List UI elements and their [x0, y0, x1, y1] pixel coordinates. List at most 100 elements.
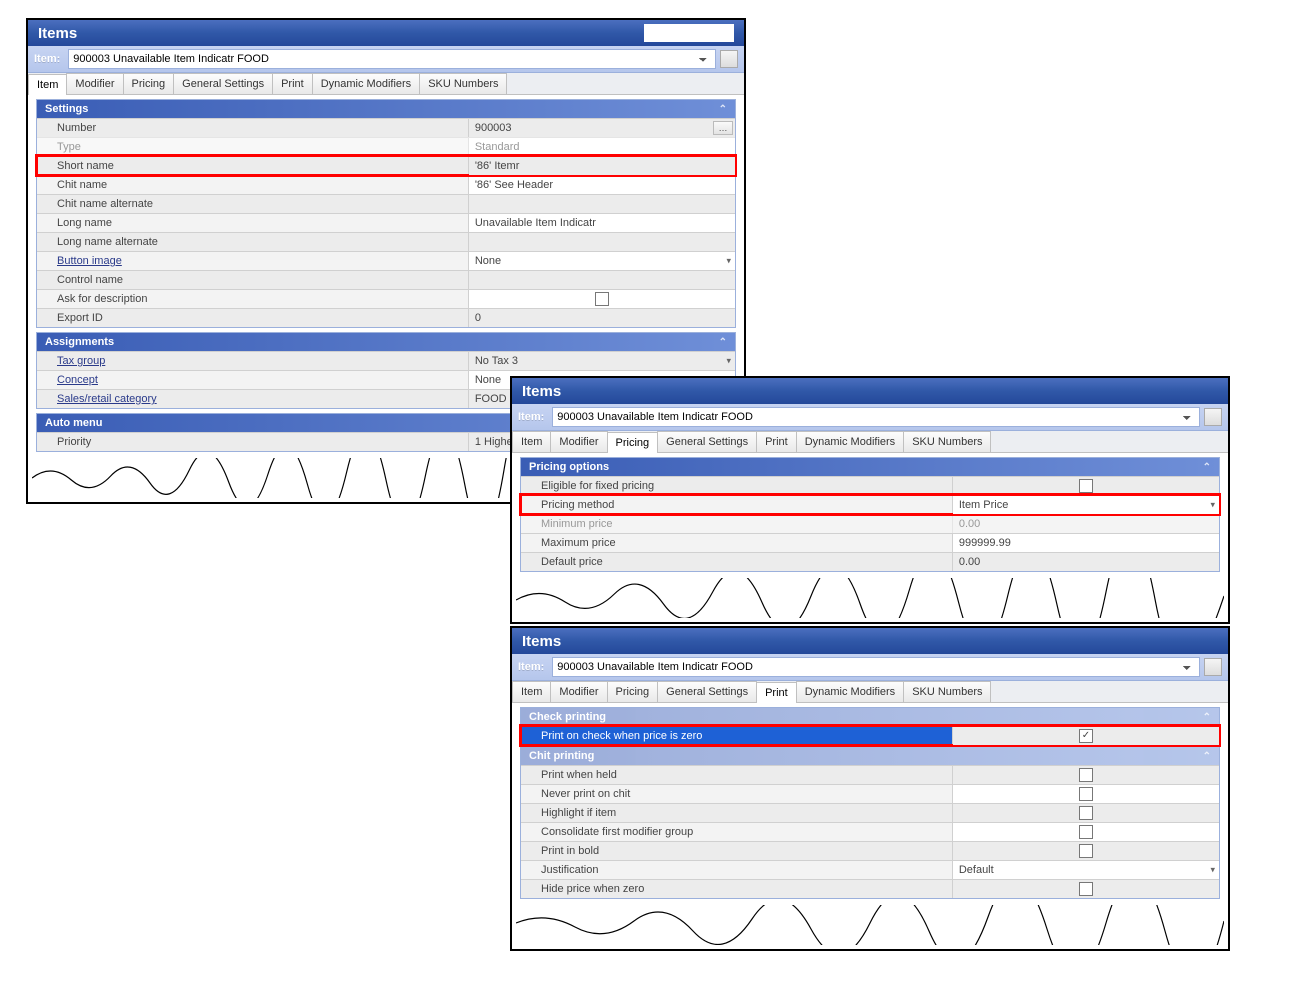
label-default-price: Default price [521, 553, 953, 571]
tab-dynamic-modifiers[interactable]: Dynamic Modifiers [796, 681, 904, 702]
row-highlight-if-item: Highlight if item [521, 803, 1219, 822]
label-maximum-price: Maximum price [521, 534, 953, 552]
label-print-when-held: Print when held [521, 766, 953, 784]
tab-general-settings[interactable]: General Settings [657, 431, 757, 452]
items-panel-print-tab: Items Item: 900003 Unavailable Item Indi… [510, 626, 1230, 951]
checkbox-hide-price-zero[interactable] [1079, 882, 1093, 896]
ellipsis-icon[interactable]: … [713, 121, 733, 135]
tab-pricing[interactable]: Pricing [607, 432, 659, 453]
value-highlight-if-item[interactable] [953, 804, 1219, 822]
item-lookup-icon[interactable] [1204, 408, 1222, 426]
label-chit-name-alt: Chit name alternate [37, 195, 469, 213]
tab-sku-numbers[interactable]: SKU Numbers [903, 431, 991, 452]
value-justification[interactable]: Default▾ [953, 861, 1219, 879]
value-number[interactable]: 900003… [469, 119, 735, 137]
label-priority: Priority [37, 433, 469, 451]
tab-pricing[interactable]: Pricing [123, 73, 175, 94]
item-select[interactable]: 900003 Unavailable Item Indicatr FOOD [68, 49, 716, 69]
tab-sku-numbers[interactable]: SKU Numbers [419, 73, 507, 94]
value-consolidate-modifier[interactable] [953, 823, 1219, 841]
checkbox-highlight-if-item[interactable] [1079, 806, 1093, 820]
section-check-printing: Check printing ⌃ Print on check when pri… [520, 707, 1220, 746]
label-consolidate-modifier: Consolidate first modifier group [521, 823, 953, 841]
tab-dynamic-modifiers[interactable]: Dynamic Modifiers [796, 431, 904, 452]
row-hide-price-zero: Hide price when zero [521, 879, 1219, 898]
tab-modifier[interactable]: Modifier [66, 73, 123, 94]
tab-item[interactable]: Item [512, 431, 551, 452]
row-ask-description: Ask for description [37, 289, 735, 308]
row-button-image: Button image None▾ [37, 251, 735, 270]
row-long-name-alt: Long name alternate [37, 232, 735, 251]
tab-sku-numbers[interactable]: SKU Numbers [903, 681, 991, 702]
item-select[interactable]: 900003 Unavailable Item Indicatr FOOD [552, 657, 1200, 677]
value-print-in-bold[interactable] [953, 842, 1219, 860]
value-maximum-price[interactable]: 999999.99 [953, 534, 1219, 552]
value-print-when-held[interactable] [953, 766, 1219, 784]
panel-title: Items [522, 383, 561, 400]
value-short-name[interactable]: '86' Itemr [469, 157, 735, 175]
tab-item[interactable]: Item [28, 74, 67, 95]
tab-general-settings[interactable]: General Settings [173, 73, 273, 94]
tab-modifier[interactable]: Modifier [550, 681, 607, 702]
tab-dynamic-modifiers[interactable]: Dynamic Modifiers [312, 73, 420, 94]
checkbox-consolidate-modifier[interactable] [1079, 825, 1093, 839]
section-settings-header[interactable]: Settings ⌃ [37, 100, 735, 118]
label-tax-group[interactable]: Tax group [37, 352, 469, 370]
item-lookup-icon[interactable] [1204, 658, 1222, 676]
section-check-printing-header[interactable]: Check printing ⌃ [521, 708, 1219, 726]
item-select[interactable]: 900003 Unavailable Item Indicatr FOOD [552, 407, 1200, 427]
value-pricing-method[interactable]: Item Price▾ [953, 496, 1219, 514]
row-chit-name-alt: Chit name alternate [37, 194, 735, 213]
tab-modifier[interactable]: Modifier [550, 431, 607, 452]
checkbox-never-print-chit[interactable] [1079, 787, 1093, 801]
value-print-on-check-zero[interactable]: ✓ [953, 727, 1219, 745]
label-concept[interactable]: Concept [37, 371, 469, 389]
value-eligible-fixed-pricing[interactable] [953, 477, 1219, 495]
value-chit-name[interactable]: '86' See Header [469, 176, 735, 194]
row-number: Number 900003… [37, 118, 735, 137]
value-control-name[interactable] [469, 271, 735, 289]
value-button-image[interactable]: None▾ [469, 252, 735, 270]
row-consolidate-modifier: Consolidate first modifier group [521, 822, 1219, 841]
row-chit-name: Chit name '86' See Header [37, 175, 735, 194]
checkbox-ask-description[interactable] [595, 292, 609, 306]
section-pricing-options: Pricing options ⌃ Eligible for fixed pri… [520, 457, 1220, 572]
chevron-down-icon: ▾ [726, 356, 731, 367]
checkbox-print-when-held[interactable] [1079, 768, 1093, 782]
section-chit-printing-header[interactable]: Chit printing ⌃ [521, 747, 1219, 765]
tab-item[interactable]: Item [512, 681, 551, 702]
checkbox-print-in-bold[interactable] [1079, 844, 1093, 858]
value-ask-description[interactable] [469, 290, 735, 308]
value-tax-group[interactable]: No Tax 3▾ [469, 352, 735, 370]
tab-print[interactable]: Print [756, 431, 797, 452]
row-never-print-chit: Never print on chit [521, 784, 1219, 803]
tab-pricing[interactable]: Pricing [607, 681, 659, 702]
tab-print[interactable]: Print [272, 73, 313, 94]
label-long-name: Long name [37, 214, 469, 232]
collapse-icon: ⌃ [1203, 462, 1211, 473]
value-chit-name-alt[interactable] [469, 195, 735, 213]
row-tax-group: Tax group No Tax 3▾ [37, 351, 735, 370]
value-never-print-chit[interactable] [953, 785, 1219, 803]
section-check-printing-title: Check printing [529, 711, 606, 723]
value-default-price[interactable]: 0.00 [953, 553, 1219, 571]
item-label: Item: [518, 661, 544, 673]
collapse-icon: ⌃ [1203, 751, 1211, 762]
label-button-image[interactable]: Button image [37, 252, 469, 270]
label-sales-category[interactable]: Sales/retail category [37, 390, 469, 408]
section-assignments-header[interactable]: Assignments ⌃ [37, 333, 735, 351]
section-pricing-options-header[interactable]: Pricing options ⌃ [521, 458, 1219, 476]
chevron-down-icon: ▾ [1210, 865, 1215, 876]
value-long-name-alt[interactable] [469, 233, 735, 251]
item-lookup-icon[interactable] [720, 50, 738, 68]
value-export-id[interactable]: 0 [469, 309, 735, 327]
checkbox-print-on-check-zero[interactable]: ✓ [1079, 729, 1093, 743]
value-long-name[interactable]: Unavailable Item Indicatr [469, 214, 735, 232]
row-long-name: Long name Unavailable Item Indicatr [37, 213, 735, 232]
section-settings: Settings ⌃ Number 900003… Type Standard … [36, 99, 736, 328]
checkbox-eligible-fixed-pricing[interactable] [1079, 479, 1093, 493]
value-hide-price-zero[interactable] [953, 880, 1219, 898]
tab-print[interactable]: Print [756, 682, 797, 703]
tab-general-settings[interactable]: General Settings [657, 681, 757, 702]
panel-title: Items [38, 25, 77, 42]
